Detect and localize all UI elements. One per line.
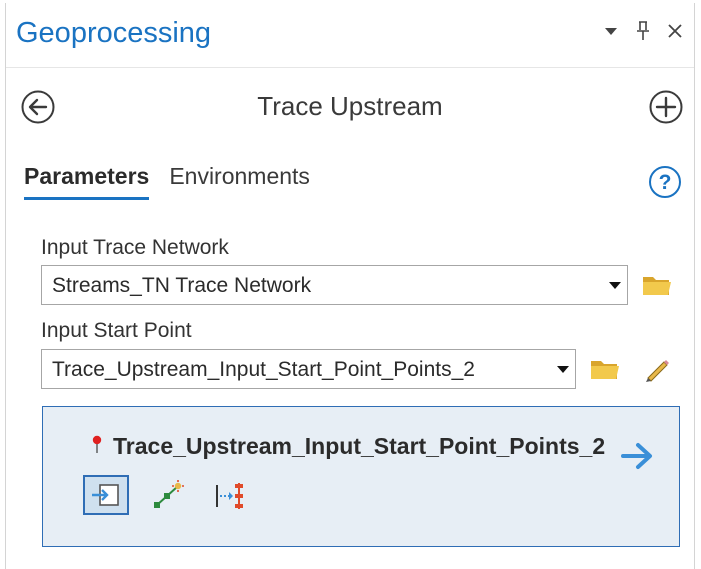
tab-parameters[interactable]: Parameters — [24, 163, 150, 200]
tab-bar: Parameters Environments — [24, 163, 310, 200]
map-pin-icon — [92, 435, 102, 455]
start-point-label: Input Start Point — [41, 319, 192, 342]
start-point-feature-panel: Trace_Upstream_Input_Start_Point_Points_… — [42, 406, 680, 547]
add-point-sketch-icon[interactable] — [145, 475, 191, 515]
pane-controls — [600, 20, 686, 42]
feature-tools — [83, 475, 253, 515]
trace-network-value: Streams_TN Trace Network — [52, 274, 312, 297]
menu-dropdown-icon[interactable] — [600, 20, 622, 42]
chevron-down-icon — [557, 366, 569, 373]
chevron-down-icon — [609, 282, 621, 289]
pane-title: Geoprocessing — [16, 17, 212, 49]
arrow-right-icon[interactable] — [619, 441, 655, 471]
tab-environments[interactable]: Environments — [169, 163, 310, 200]
pin-icon[interactable] — [632, 20, 654, 42]
browse-folder-icon[interactable] — [638, 268, 676, 302]
trace-network-label: Input Trace Network — [41, 236, 229, 259]
help-icon[interactable]: ? — [648, 165, 682, 199]
tool-title: Trace Upstream — [257, 91, 443, 121]
feature-layer-name: Trace_Upstream_Input_Start_Point_Points_… — [113, 433, 606, 459]
geoprocessing-pane: Geoprocessing Trace Upstream Parameters … — [5, 3, 695, 569]
add-plus-icon[interactable] — [648, 89, 684, 125]
close-icon[interactable] — [664, 20, 686, 42]
trace-network-select[interactable]: Streams_TN Trace Network — [41, 265, 628, 305]
browse-folder-icon[interactable] — [586, 352, 624, 386]
select-features-icon[interactable] — [83, 475, 129, 515]
edit-pencil-icon[interactable] — [638, 352, 676, 386]
start-point-value: Trace_Upstream_Input_Start_Point_Points_… — [52, 358, 475, 381]
start-point-select[interactable]: Trace_Upstream_Input_Start_Point_Points_… — [41, 349, 576, 389]
pane-titlebar: Geoprocessing — [6, 3, 694, 68]
svg-text:?: ? — [659, 171, 672, 194]
barrier-icon[interactable] — [207, 475, 253, 515]
